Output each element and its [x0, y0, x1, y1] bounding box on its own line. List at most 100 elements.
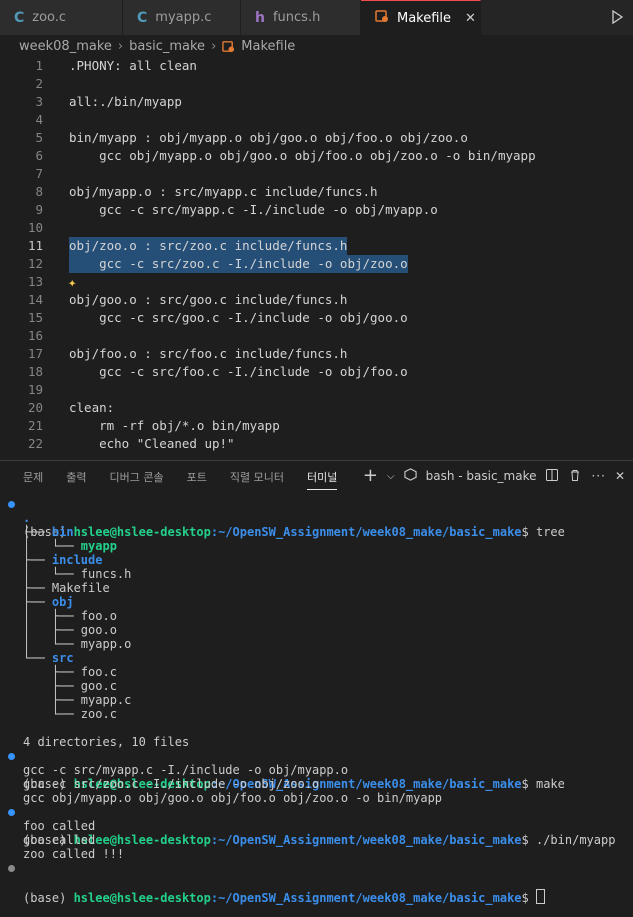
tab-terminal[interactable]: 터미널 — [306, 469, 338, 490]
terminal-name[interactable]: bash - basic_make — [426, 469, 537, 483]
code-line[interactable]: 8 obj/myapp.o : src/myapp.c include/funcs… — [0, 183, 633, 201]
close-icon[interactable]: ✕ — [615, 469, 625, 483]
bottom-panel: 문제 출력 디버그 콘솔 포트 직렬 모니터 터미널 + ⌵ bash - ba… — [0, 460, 633, 905]
code-text: gcc -c src/goo.c -I./include -o obj/goo.… — [69, 310, 408, 325]
line-number: 12 — [27, 256, 43, 271]
command-status-icon[interactable] — [8, 753, 15, 760]
code-line[interactable]: 21 rm -rf obj/*.o bin/myapp — [0, 417, 633, 435]
code-editor[interactable]: 1 .PHONY: all clean 2 3 all:./bin/myapp 4 5 bin… — [0, 57, 633, 457]
terminal-line: ├── myapp.c — [23, 693, 132, 707]
editor-tab-bar: C zoo.c C myapp.c h funcs.h Makefile ✕ — [0, 0, 633, 35]
terminal-line: ├── Makefile — [23, 581, 110, 595]
code-text: obj/foo.o : src/foo.c include/funcs.h — [69, 346, 348, 361]
breadcrumb-item[interactable]: Makefile — [241, 39, 295, 54]
tab-ports[interactable]: 포트 — [187, 469, 207, 485]
run-icon[interactable] — [609, 9, 625, 25]
tab-label: Makefile — [397, 10, 452, 26]
line-number: 15 — [27, 310, 43, 325]
line-number: 14 — [27, 292, 43, 307]
terminal-cursor — [535, 889, 545, 904]
code-text: clean: — [69, 400, 115, 415]
line-number: 3 — [35, 94, 43, 109]
code-line[interactable]: 1 .PHONY: all clean — [0, 57, 633, 75]
terminal-shell-icon — [403, 468, 417, 484]
terminal-line: (base) hslee@hslee-desktop:~/OpenSW_Assi… — [0, 497, 633, 539]
terminal-line: │ ├── foo.o — [23, 609, 117, 623]
code-line[interactable]: 13 — [0, 273, 633, 291]
split-terminal-icon[interactable] — [545, 468, 559, 485]
line-number: 19 — [27, 382, 43, 397]
code-text: gcc -c src/zoo.c -I./include -o obj/zoo.… — [69, 255, 408, 273]
tab-serial-monitor[interactable]: 직렬 모니터 — [230, 469, 284, 485]
chevron-down-icon[interactable]: ⌵ — [387, 471, 395, 482]
line-number: 21 — [27, 418, 43, 433]
code-line[interactable]: 14 obj/goo.o : src/goo.c include/funcs.h — [0, 291, 633, 309]
code-line[interactable]: 19 — [0, 381, 633, 399]
tab-output[interactable]: 출력 — [66, 469, 86, 485]
terminal-line: │ ├── goo.o — [23, 623, 117, 637]
tab-funcs-h[interactable]: h funcs.h — [241, 0, 361, 35]
command-status-icon — [8, 865, 15, 872]
makefile-icon — [222, 40, 235, 53]
terminal-line: gcc obj/myapp.o obj/goo.o obj/foo.o obj/… — [23, 791, 443, 805]
chevron-right-icon: › — [117, 38, 124, 54]
code-line[interactable]: 4 — [0, 111, 633, 129]
header-file-icon: h — [255, 9, 265, 26]
tab-problems[interactable]: 문제 — [23, 469, 43, 485]
code-line[interactable]: 22 echo "Cleaned up!" — [0, 435, 633, 453]
tab-makefile[interactable]: Makefile ✕ — [361, 0, 481, 35]
terminal-line: gcc -c src/zoo.c -I./include -o obj/zoo.… — [23, 777, 320, 791]
code-line[interactable]: 6 gcc obj/myapp.o obj/goo.o obj/foo.o ob… — [0, 147, 633, 165]
line-number: 8 — [35, 184, 43, 199]
terminal-line: └── src — [23, 651, 74, 665]
code-text: gcc -c src/foo.c -I./include -o obj/foo.… — [69, 364, 408, 379]
code-line[interactable]: 2 — [0, 75, 633, 93]
tab-debug-console[interactable]: 디버그 콘솔 — [110, 469, 164, 485]
line-number: 16 — [27, 328, 43, 343]
terminal-prompt-line[interactable]: (base) hslee@hslee-desktop:~/OpenSW_Assi… — [0, 861, 633, 905]
add-terminal-button[interactable]: + — [363, 467, 378, 485]
breadcrumb: week08_make › basic_make › Makefile — [0, 35, 633, 57]
command-status-icon[interactable] — [8, 809, 15, 816]
terminal-line: goo called — [23, 833, 96, 847]
line-number: 17 — [27, 346, 43, 361]
tab-zoo-c[interactable]: C zoo.c — [0, 0, 123, 35]
tab-label: funcs.h — [272, 10, 321, 25]
close-icon[interactable]: ✕ — [465, 11, 476, 26]
line-number: 9 — [35, 202, 43, 217]
line-number: 6 — [35, 148, 43, 163]
line-number: 20 — [27, 400, 43, 415]
code-text: gcc obj/myapp.o obj/goo.o obj/foo.o obj/… — [69, 148, 536, 163]
code-line[interactable]: 17 obj/foo.o : src/foo.c include/funcs.h — [0, 345, 633, 363]
c-file-icon: C — [137, 9, 148, 26]
code-line[interactable]: 3 all:./bin/myapp — [0, 93, 633, 111]
trash-icon[interactable] — [568, 468, 582, 485]
tab-myapp-c[interactable]: C myapp.c — [123, 0, 241, 35]
terminal-line: │ └── myapp — [23, 539, 117, 553]
terminal-line: │ └── myapp.o — [23, 637, 132, 651]
code-line[interactable]: 20 clean: — [0, 399, 633, 417]
makefile-icon — [375, 9, 389, 27]
code-line[interactable]: 9 gcc -c src/myapp.c -I./include -o obj/… — [0, 201, 633, 219]
code-line[interactable]: 15 gcc -c src/goo.c -I./include -o obj/g… — [0, 309, 633, 327]
sparkle-icon[interactable]: ✦ — [68, 275, 76, 291]
line-number: 5 — [35, 130, 43, 145]
breadcrumb-item[interactable]: week08_make — [19, 39, 112, 54]
code-line[interactable]: 16 — [0, 327, 633, 345]
breadcrumb-item[interactable]: basic_make — [129, 39, 205, 54]
terminal-line: gcc -c src/myapp.c -I./include -o obj/my… — [23, 763, 349, 777]
more-icon[interactable]: ··· — [591, 469, 605, 483]
code-line[interactable]: 12 gcc -c src/zoo.c -I./include -o obj/z… — [0, 255, 633, 273]
line-number: 4 — [35, 112, 43, 127]
code-line[interactable]: 10 — [0, 219, 633, 237]
code-text: obj/zoo.o : src/zoo.c include/funcs.h — [69, 237, 348, 255]
line-number: 2 — [35, 76, 43, 91]
code-line[interactable]: 18 gcc -c src/foo.c -I./include -o obj/f… — [0, 363, 633, 381]
code-line[interactable]: 11 obj/zoo.o : src/zoo.c include/funcs.h — [0, 237, 633, 255]
terminal-line: (base) hslee@hslee-desktop:~/OpenSW_Assi… — [0, 749, 633, 791]
command-status-icon[interactable] — [8, 501, 15, 508]
code-text: obj/myapp.o : src/myapp.c include/funcs.… — [69, 184, 378, 199]
code-line[interactable]: 5 bin/myapp : obj/myapp.o obj/goo.o obj/f… — [0, 129, 633, 147]
code-line[interactable]: 7 — [0, 165, 633, 183]
panel-actions: + ⌵ bash - basic_make ··· ✕ — [363, 467, 625, 485]
